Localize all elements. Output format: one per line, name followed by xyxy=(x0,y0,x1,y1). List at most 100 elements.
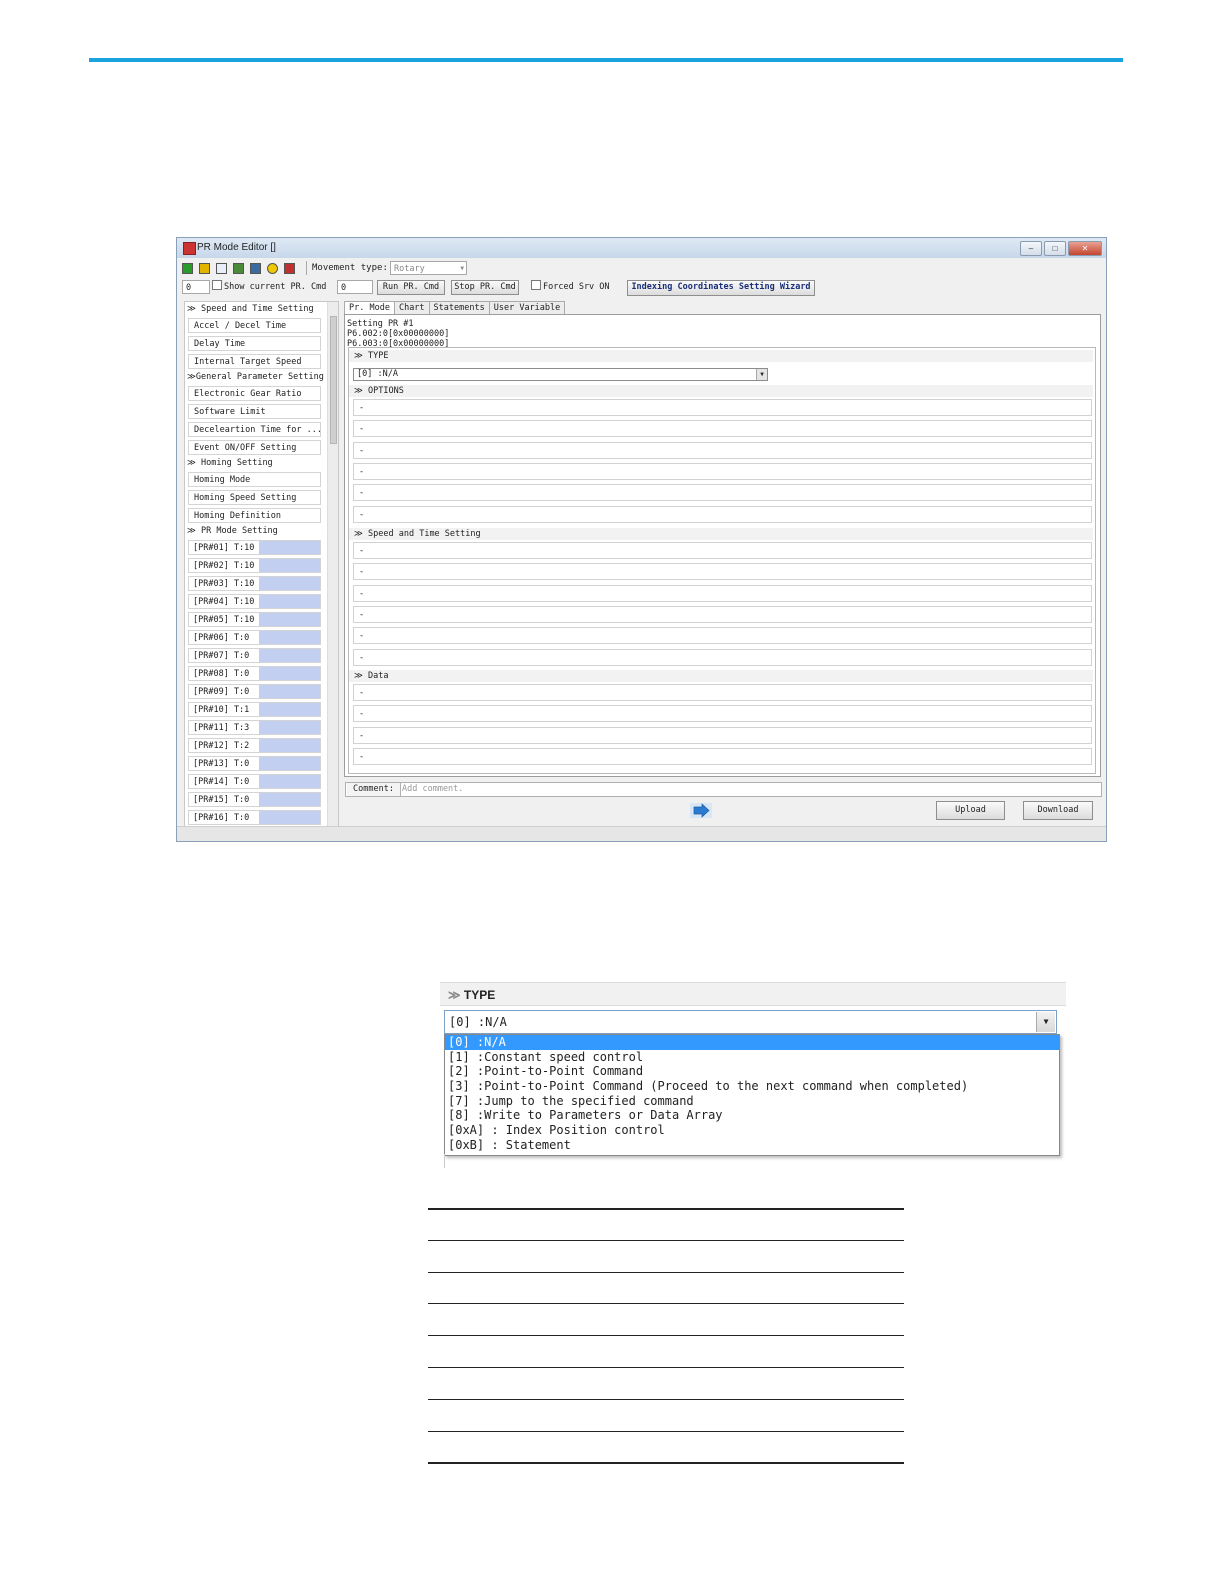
setting-field[interactable]: - xyxy=(353,563,1092,581)
type-select[interactable]: [0] :N/A ▼ xyxy=(353,368,768,381)
data-section-header[interactable]: ≫ Data xyxy=(349,670,1093,682)
chevron-down-icon[interactable]: ▼ xyxy=(1036,1012,1055,1032)
minimize-button[interactable]: ‒ xyxy=(1020,241,1042,256)
group-speed-and-time[interactable]: ≫ Speed and Time Setting xyxy=(187,302,325,317)
tab-pr-mode[interactable]: Pr. Mode xyxy=(344,301,395,314)
write-icon[interactable] xyxy=(250,262,261,274)
setting-field[interactable]: - xyxy=(353,484,1092,502)
setting-field[interactable]: - xyxy=(353,605,1092,623)
sidebar-scrollbar[interactable] xyxy=(327,302,338,826)
setting-field[interactable]: - xyxy=(353,584,1092,602)
pr-list-item[interactable]: [PR#13] T:0 xyxy=(188,756,321,771)
pr-list-item[interactable]: [PR#03] T:10 xyxy=(188,576,321,591)
scrollbar-thumb[interactable] xyxy=(330,316,337,444)
pr-list-item[interactable]: [PR#01] T:10 xyxy=(188,540,321,555)
tab-statements[interactable]: Statements xyxy=(428,301,490,314)
indexing-wizard-button[interactable]: Indexing Coordinates Setting Wizard xyxy=(627,280,815,296)
sidebar-item-software-limit[interactable]: Software Limit xyxy=(188,404,321,419)
setting-field[interactable]: - xyxy=(353,441,1092,459)
key-icon[interactable] xyxy=(267,262,278,274)
pr-list-item[interactable]: [PR#11] T:3 xyxy=(188,720,321,735)
read-icon[interactable] xyxy=(233,262,244,274)
pr-list-item[interactable]: [PR#09] T:0 xyxy=(188,684,321,699)
tab-chart[interactable]: Chart xyxy=(393,301,430,314)
pr-list-item[interactable]: [PR#05] T:10 xyxy=(188,612,321,627)
type-section-header[interactable]: ≫ TYPE xyxy=(349,350,1093,362)
setting-field[interactable]: - xyxy=(353,542,1092,559)
type-option[interactable]: [8] :Write to Parameters or Data Array xyxy=(445,1108,1059,1123)
setting-field[interactable]: - xyxy=(353,705,1092,723)
setting-field[interactable]: - xyxy=(353,462,1092,480)
setting-field[interactable]: - xyxy=(353,648,1092,666)
pr-item-bar xyxy=(259,739,320,752)
setting-field[interactable]: - xyxy=(353,399,1092,416)
pr-list-item[interactable]: [PR#12] T:2 xyxy=(188,738,321,753)
save-icon[interactable] xyxy=(182,262,193,274)
pr-list-item[interactable]: [PR#07] T:0 xyxy=(188,648,321,663)
run-pr-cmd-button[interactable]: Run PR. Cmd xyxy=(377,280,445,295)
cmd-value-field[interactable]: 0 xyxy=(337,280,373,294)
pr-list-item[interactable]: [PR#14] T:0 xyxy=(188,774,321,789)
sidebar-item-gear-ratio[interactable]: Electronic Gear Ratio xyxy=(188,386,321,401)
download-button[interactable]: Download xyxy=(1023,801,1093,820)
pr-list-item[interactable]: [PR#16] T:0 xyxy=(188,810,321,825)
setting-field[interactable]: - xyxy=(353,726,1092,744)
stop-pr-cmd-button[interactable]: Stop PR. Cmd xyxy=(451,280,519,295)
type-option[interactable]: [3] :Point-to-Point Command (Proceed to … xyxy=(445,1079,1059,1094)
forced-srv-on-checkbox[interactable]: Forced Srv ON xyxy=(531,280,610,294)
pr-list-item[interactable]: [PR#02] T:10 xyxy=(188,558,321,573)
toolbar-separator xyxy=(306,261,307,275)
setting-field[interactable]: - xyxy=(353,420,1092,438)
type-option[interactable]: [1] :Constant speed control xyxy=(445,1050,1059,1065)
pr-index-field[interactable]: 0 xyxy=(182,280,210,294)
sidebar-item-homing-definition[interactable]: Homing Definition xyxy=(188,508,321,523)
pr-item-bar xyxy=(259,649,320,662)
clear-icon[interactable] xyxy=(284,262,295,274)
pr-list-item[interactable]: [PR#06] T:0 xyxy=(188,630,321,645)
sidebar-item-event-onoff[interactable]: Event ON/OFF Setting xyxy=(188,440,321,455)
sidebar-item-homing-speed[interactable]: Homing Speed Setting xyxy=(188,490,321,505)
setting-info: Setting PR #1 P6.002:0[0x00000000] P6.00… xyxy=(347,319,449,349)
sidebar-item-accel-decel[interactable]: Accel / Decel Time xyxy=(188,318,321,333)
close-button[interactable]: ✕ xyxy=(1068,241,1102,256)
pr-item-label: [PR#15] T:0 xyxy=(193,795,250,805)
options-section-header[interactable]: ≫ OPTIONS xyxy=(349,385,1093,397)
pr-list-item[interactable]: [PR#08] T:0 xyxy=(188,666,321,681)
type-option[interactable]: [2] :Point-to-Point Command xyxy=(445,1064,1059,1079)
tab-user-variable[interactable]: User Variable xyxy=(488,301,566,314)
transfer-arrow-icon[interactable] xyxy=(690,803,712,818)
sidebar-item-delay-time[interactable]: Delay Time xyxy=(188,336,321,351)
pr-list-item[interactable]: [PR#15] T:0 xyxy=(188,792,321,807)
setting-field[interactable]: - xyxy=(353,505,1092,523)
setting-field[interactable]: - xyxy=(353,684,1092,701)
type-option[interactable]: [0xB] : Statement xyxy=(445,1138,1059,1153)
sidebar-item-target-speed[interactable]: Internal Target Speed xyxy=(188,354,321,369)
movement-type-select[interactable]: Rotary ▼ xyxy=(390,261,467,275)
open-icon[interactable] xyxy=(199,262,210,274)
chevron-down-icon[interactable]: ▼ xyxy=(756,369,767,380)
pr-list-item[interactable]: [PR#10] T:1 xyxy=(188,702,321,717)
maximize-button[interactable]: □ xyxy=(1044,241,1066,256)
type-select-expanded[interactable]: [0] :N/A ▼ xyxy=(444,1010,1057,1034)
show-current-checkbox[interactable]: Show current PR. Cmd xyxy=(212,280,326,294)
upload-button[interactable]: Upload xyxy=(936,801,1005,820)
setting-field[interactable]: - xyxy=(353,747,1092,765)
group-homing[interactable]: ≫ Homing Setting xyxy=(187,456,325,471)
sidebar-item-homing-mode[interactable]: Homing Mode xyxy=(188,472,321,487)
setting-field[interactable]: - xyxy=(353,627,1092,645)
group-general-parameter[interactable]: ≫General Parameter Setting xyxy=(187,370,325,385)
pr-list-item[interactable]: [PR#04] T:10 xyxy=(188,594,321,609)
setting-title: Setting PR #1 xyxy=(347,319,414,329)
type-options-list: [0] :N/A [1] :Constant speed control [2] :… xyxy=(444,1034,1060,1156)
type-option[interactable]: [7] :Jump to the specified command xyxy=(445,1094,1059,1109)
type-section-header[interactable]: ≫ TYPE xyxy=(440,982,1066,1006)
type-option[interactable]: [0xA] : Index Position control xyxy=(445,1123,1059,1138)
speed-section-header[interactable]: ≫ Speed and Time Setting xyxy=(349,528,1093,540)
document-icon[interactable] xyxy=(216,262,227,274)
collapse-icon: ≫ xyxy=(187,372,196,382)
type-option[interactable]: [0] :N/A xyxy=(445,1035,1059,1050)
pr-item-label: [PR#13] T:0 xyxy=(193,759,250,769)
group-pr-mode[interactable]: ≫ PR Mode Setting xyxy=(187,524,325,539)
sidebar-item-deceleration-time[interactable]: Deceleartion Time for ... xyxy=(188,422,321,437)
comment-field[interactable]: Comment: Add comment. xyxy=(345,782,1102,797)
